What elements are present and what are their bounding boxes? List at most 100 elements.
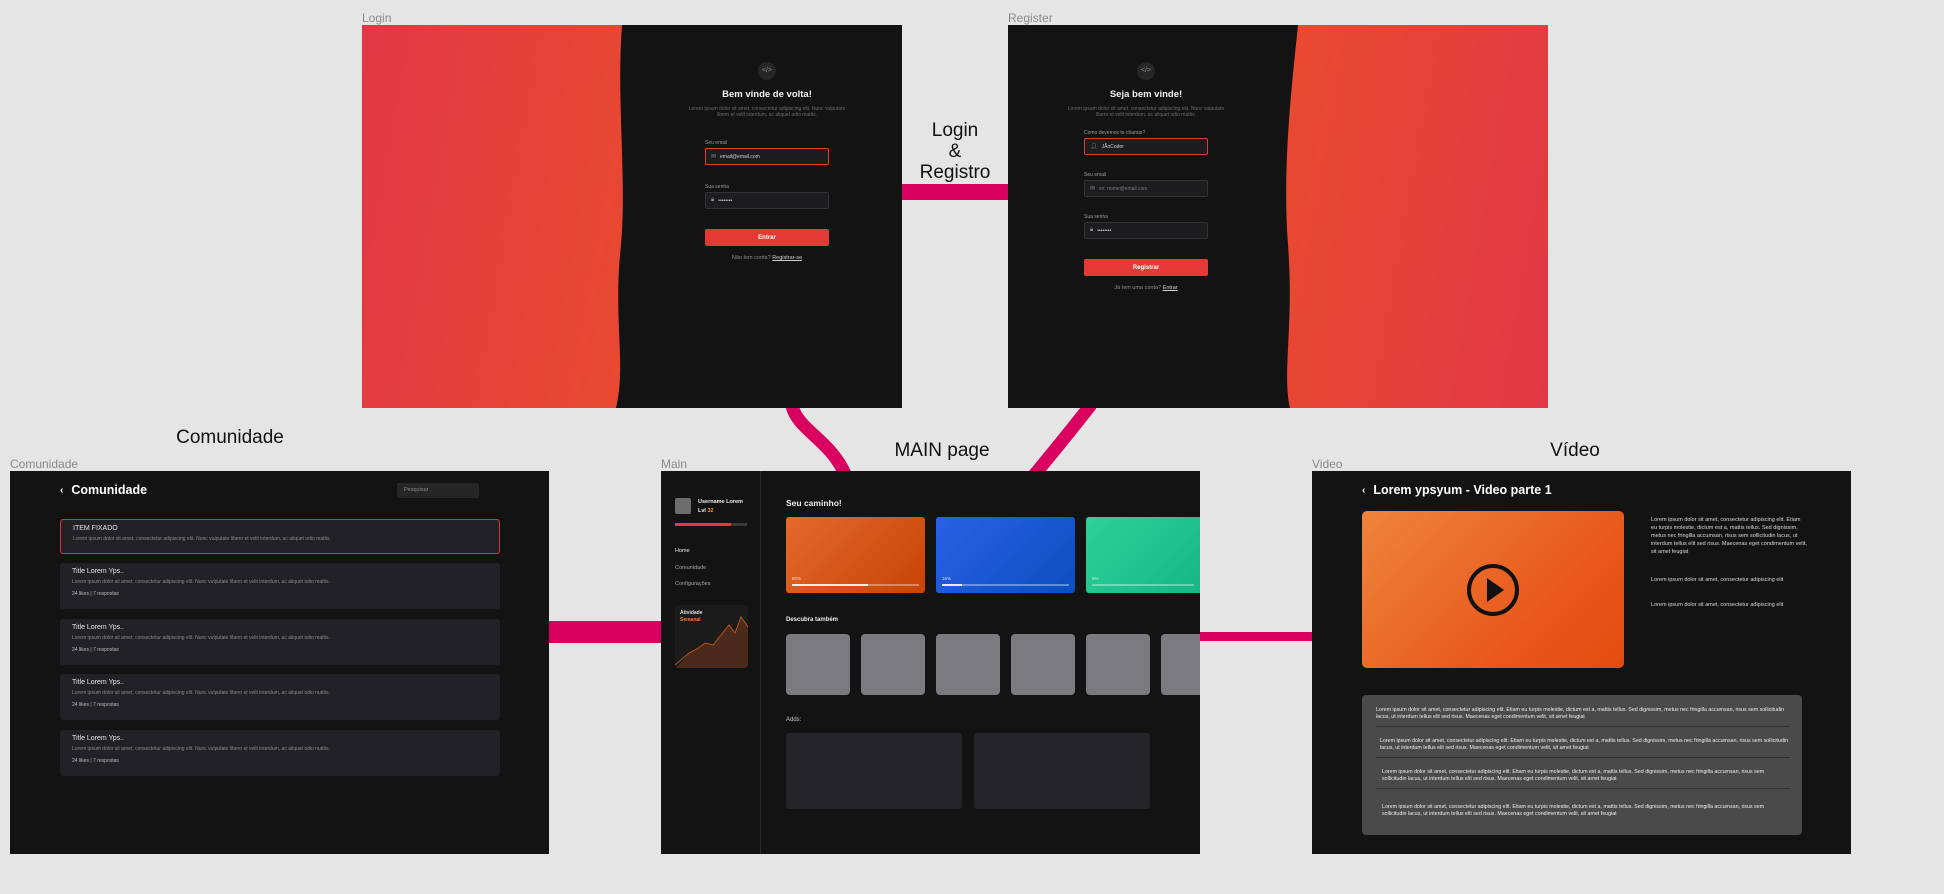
main-frame: Username Lorem Lvl 32 Home Comunidade Co… — [661, 471, 1200, 854]
pinned-body: Lorem ipsum dolor sit amet, consectetur … — [73, 536, 331, 542]
login-link[interactable]: Entrar — [1163, 285, 1178, 291]
video-description: Lorem ipsum dolor sit amet, consectetur … — [1651, 517, 1807, 555]
path-card-progress — [1092, 584, 1194, 586]
login-email-input[interactable]: ✉ email@email.com — [705, 148, 829, 165]
login-subtitle: Lorem ipsum dolor sit amet, consectetur … — [688, 106, 846, 118]
register-footer-text: Já tem uma conta? — [1114, 285, 1162, 291]
divider — [1376, 788, 1790, 789]
play-icon[interactable] — [1466, 563, 1520, 617]
path-card-percent: 16% — [942, 576, 952, 581]
post-body: Lorem ipsum dolor sit amet, consectetur … — [72, 635, 330, 641]
path-card[interactable]: 0% — [1086, 517, 1200, 593]
code-logo-icon: </> — [1137, 62, 1155, 80]
community-frame: ‹ Comunidade Pesquisar ITEM FIXADO Lorem… — [10, 471, 549, 854]
ad-card[interactable] — [974, 733, 1150, 809]
divider — [1376, 757, 1790, 758]
username: Username Lorem — [698, 499, 743, 505]
nav-item-home[interactable]: Home — [675, 548, 690, 554]
community-search-input[interactable]: Pesquisar — [397, 483, 479, 498]
register-link[interactable]: Registrar-se — [772, 255, 802, 261]
path-card-percent: 60% — [792, 576, 802, 581]
login-hero-gradient — [362, 25, 632, 408]
email-label: Seu email — [1084, 172, 1107, 178]
chevron-left-icon[interactable]: ‹ — [1362, 485, 1365, 496]
video-paragraph: Lorem ipsum dolor sit amet, consectetur … — [1380, 738, 1789, 751]
pinned-title: ITEM FIXADO — [73, 525, 118, 532]
video-note: Lorem ipsum dolor sit amet, consectetur … — [1651, 577, 1784, 583]
video-header: ‹ Lorem ypsyum - Video parte 1 — [1362, 483, 1552, 497]
community-post[interactable]: Title Lorem Yps.. Lorem ipsum dolor sit … — [60, 563, 500, 609]
login-title: Bem vinde de volta! — [722, 89, 812, 100]
lock-icon: 🔒︎ — [1090, 227, 1094, 233]
login-email-value: email@email.com — [720, 153, 760, 160]
chevron-left-icon[interactable]: ‹ — [60, 485, 63, 496]
login-footer-text: Não tem conta? — [731, 255, 771, 261]
discover-card[interactable] — [1086, 634, 1150, 695]
xp-progress-bar — [675, 523, 747, 526]
video-title: Lorem ypsyum - Video parte 1 — [1373, 483, 1552, 497]
register-password-input[interactable]: 🔒︎ •••••••• — [1084, 222, 1208, 239]
post-title: Title Lorem Yps.. — [72, 568, 125, 575]
discover-card[interactable] — [1011, 634, 1075, 695]
email-label: Seu email — [705, 140, 728, 146]
mail-icon: ✉ — [1090, 186, 1096, 192]
ad-card[interactable] — [786, 733, 962, 809]
register-name-value: JÃoCoder — [1101, 143, 1124, 150]
login-password-input[interactable]: 🔒︎ •••••••• — [705, 192, 829, 209]
path-card-percent: 0% — [1092, 576, 1099, 581]
name-label: Como devemos te chamar? — [1084, 130, 1146, 136]
post-meta: 24 likes | 7 respostas — [72, 702, 119, 708]
discover-card[interactable] — [936, 634, 1000, 695]
post-meta: 24 likes | 7 respostas — [72, 758, 119, 764]
divider — [1376, 726, 1790, 727]
post-meta: 24 likes | 7 respostas — [72, 647, 119, 653]
xp-progress-fill — [675, 523, 732, 526]
register-button[interactable]: Registrar — [1084, 259, 1208, 276]
video-paragraph: Lorem ipsum dolor sit amet, consectetur … — [1382, 769, 1765, 782]
community-post[interactable]: Title Lorem Yps.. Lorem ipsum dolor sit … — [60, 619, 500, 665]
pinned-post[interactable]: ITEM FIXADO Lorem ipsum dolor sit amet, … — [60, 519, 500, 554]
post-title: Title Lorem Yps.. — [72, 624, 125, 631]
user-level: Lvl 32 — [698, 508, 714, 514]
community-post[interactable]: Title Lorem Yps.. Lorem ipsum dolor sit … — [60, 674, 500, 720]
community-post[interactable]: Title Lorem Yps.. Lorem ipsum dolor sit … — [60, 730, 500, 776]
activity-sparkline — [675, 615, 748, 668]
level-prefix: Lvl — [698, 508, 706, 514]
register-title: Seja bem vinde! — [1109, 89, 1183, 100]
user-icon: 👤︎ — [1090, 144, 1098, 150]
video-note: Lorem ipsum dolor sit amet, consectetur … — [1651, 602, 1784, 608]
register-subtitle: Lorem ipsum dolor sit amet, consectetur … — [1067, 106, 1225, 118]
discover-card[interactable] — [861, 634, 925, 695]
video-player[interactable] — [1362, 511, 1624, 668]
register-wave — [1276, 25, 1298, 408]
register-email-placeholder: ex: nome@email.com — [1099, 185, 1148, 192]
path-card-progress — [792, 584, 919, 586]
activity-card[interactable]: Atividade Semanal — [675, 605, 748, 668]
path-card[interactable]: 60% — [786, 517, 925, 593]
community-title: Comunidade — [71, 483, 148, 497]
path-card[interactable]: 16% — [936, 517, 1075, 593]
adds-section-title: Adds: — [786, 717, 802, 723]
post-body: Lorem ipsum dolor sit amet, consectetur … — [72, 690, 330, 696]
register-name-input[interactable]: 👤︎ JÃoCoder — [1084, 138, 1208, 155]
discover-card[interactable] — [786, 634, 850, 695]
nav-item-comunidade[interactable]: Comunidade — [675, 565, 706, 571]
path-card-progress-fill — [942, 584, 963, 586]
community-header: ‹ Comunidade — [60, 483, 147, 497]
path-card-progress-fill — [792, 584, 869, 586]
lock-icon: 🔒︎ — [711, 197, 715, 203]
login-button[interactable]: Entrar — [705, 229, 829, 246]
avatar[interactable] — [675, 498, 691, 514]
post-title: Title Lorem Yps.. — [72, 735, 125, 742]
path-section-title: Seu caminho! — [786, 498, 842, 508]
login-footer: Não tem conta? Registrar-se — [632, 255, 902, 261]
register-hero-gradient — [1284, 25, 1548, 408]
discover-card[interactable] — [1161, 634, 1200, 695]
code-logo-icon: </> — [758, 62, 776, 80]
path-card-progress — [942, 584, 1069, 586]
register-email-input[interactable]: ✉ ex: nome@email.com — [1084, 180, 1208, 197]
discover-section-title: Descubra também — [786, 617, 839, 623]
nav-item-configuracoes[interactable]: Configurações — [675, 581, 710, 587]
password-label: Sua senha — [705, 184, 729, 190]
login-password-value: •••••••• — [718, 197, 733, 204]
